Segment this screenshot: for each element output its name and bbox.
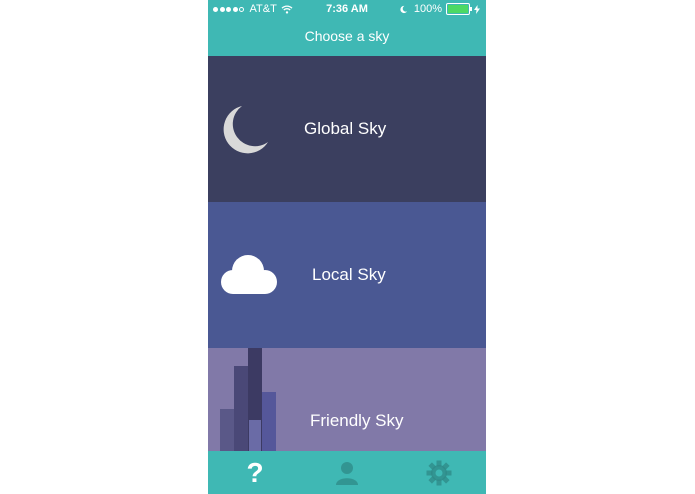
moon-icon (223, 106, 268, 154)
app-screen: AT&T 7:36 AM 100% Choose a sky Global Sk… (208, 0, 486, 494)
sky-option-local[interactable]: Local Sky (208, 202, 486, 348)
sky-option-label: Friendly Sky (310, 411, 404, 430)
sky-option-label: Global Sky (304, 119, 387, 138)
tab-profile[interactable] (327, 451, 367, 494)
tab-settings[interactable] (419, 451, 459, 494)
sky-option-label: Local Sky (312, 265, 386, 284)
header: AT&T 7:36 AM 100% Choose a sky (208, 0, 486, 56)
status-bar: AT&T 7:36 AM 100% (208, 0, 486, 18)
sky-option-global[interactable]: Global Sky (208, 56, 486, 202)
status-right: 100% (399, 0, 480, 18)
skyline-icon (220, 348, 276, 451)
tab-bar: ? (208, 451, 486, 494)
charging-bolt-icon (474, 4, 480, 14)
battery-percent: 100% (413, 3, 442, 15)
do-not-disturb-moon-icon (400, 5, 407, 13)
page-title: Choose a sky (304, 28, 390, 44)
gear-icon (426, 460, 452, 485)
user-icon (336, 461, 358, 485)
question-mark-icon: ? (246, 456, 264, 488)
cloud-icon (221, 255, 277, 294)
tab-help[interactable]: ? (235, 451, 275, 494)
battery-icon (446, 3, 472, 15)
